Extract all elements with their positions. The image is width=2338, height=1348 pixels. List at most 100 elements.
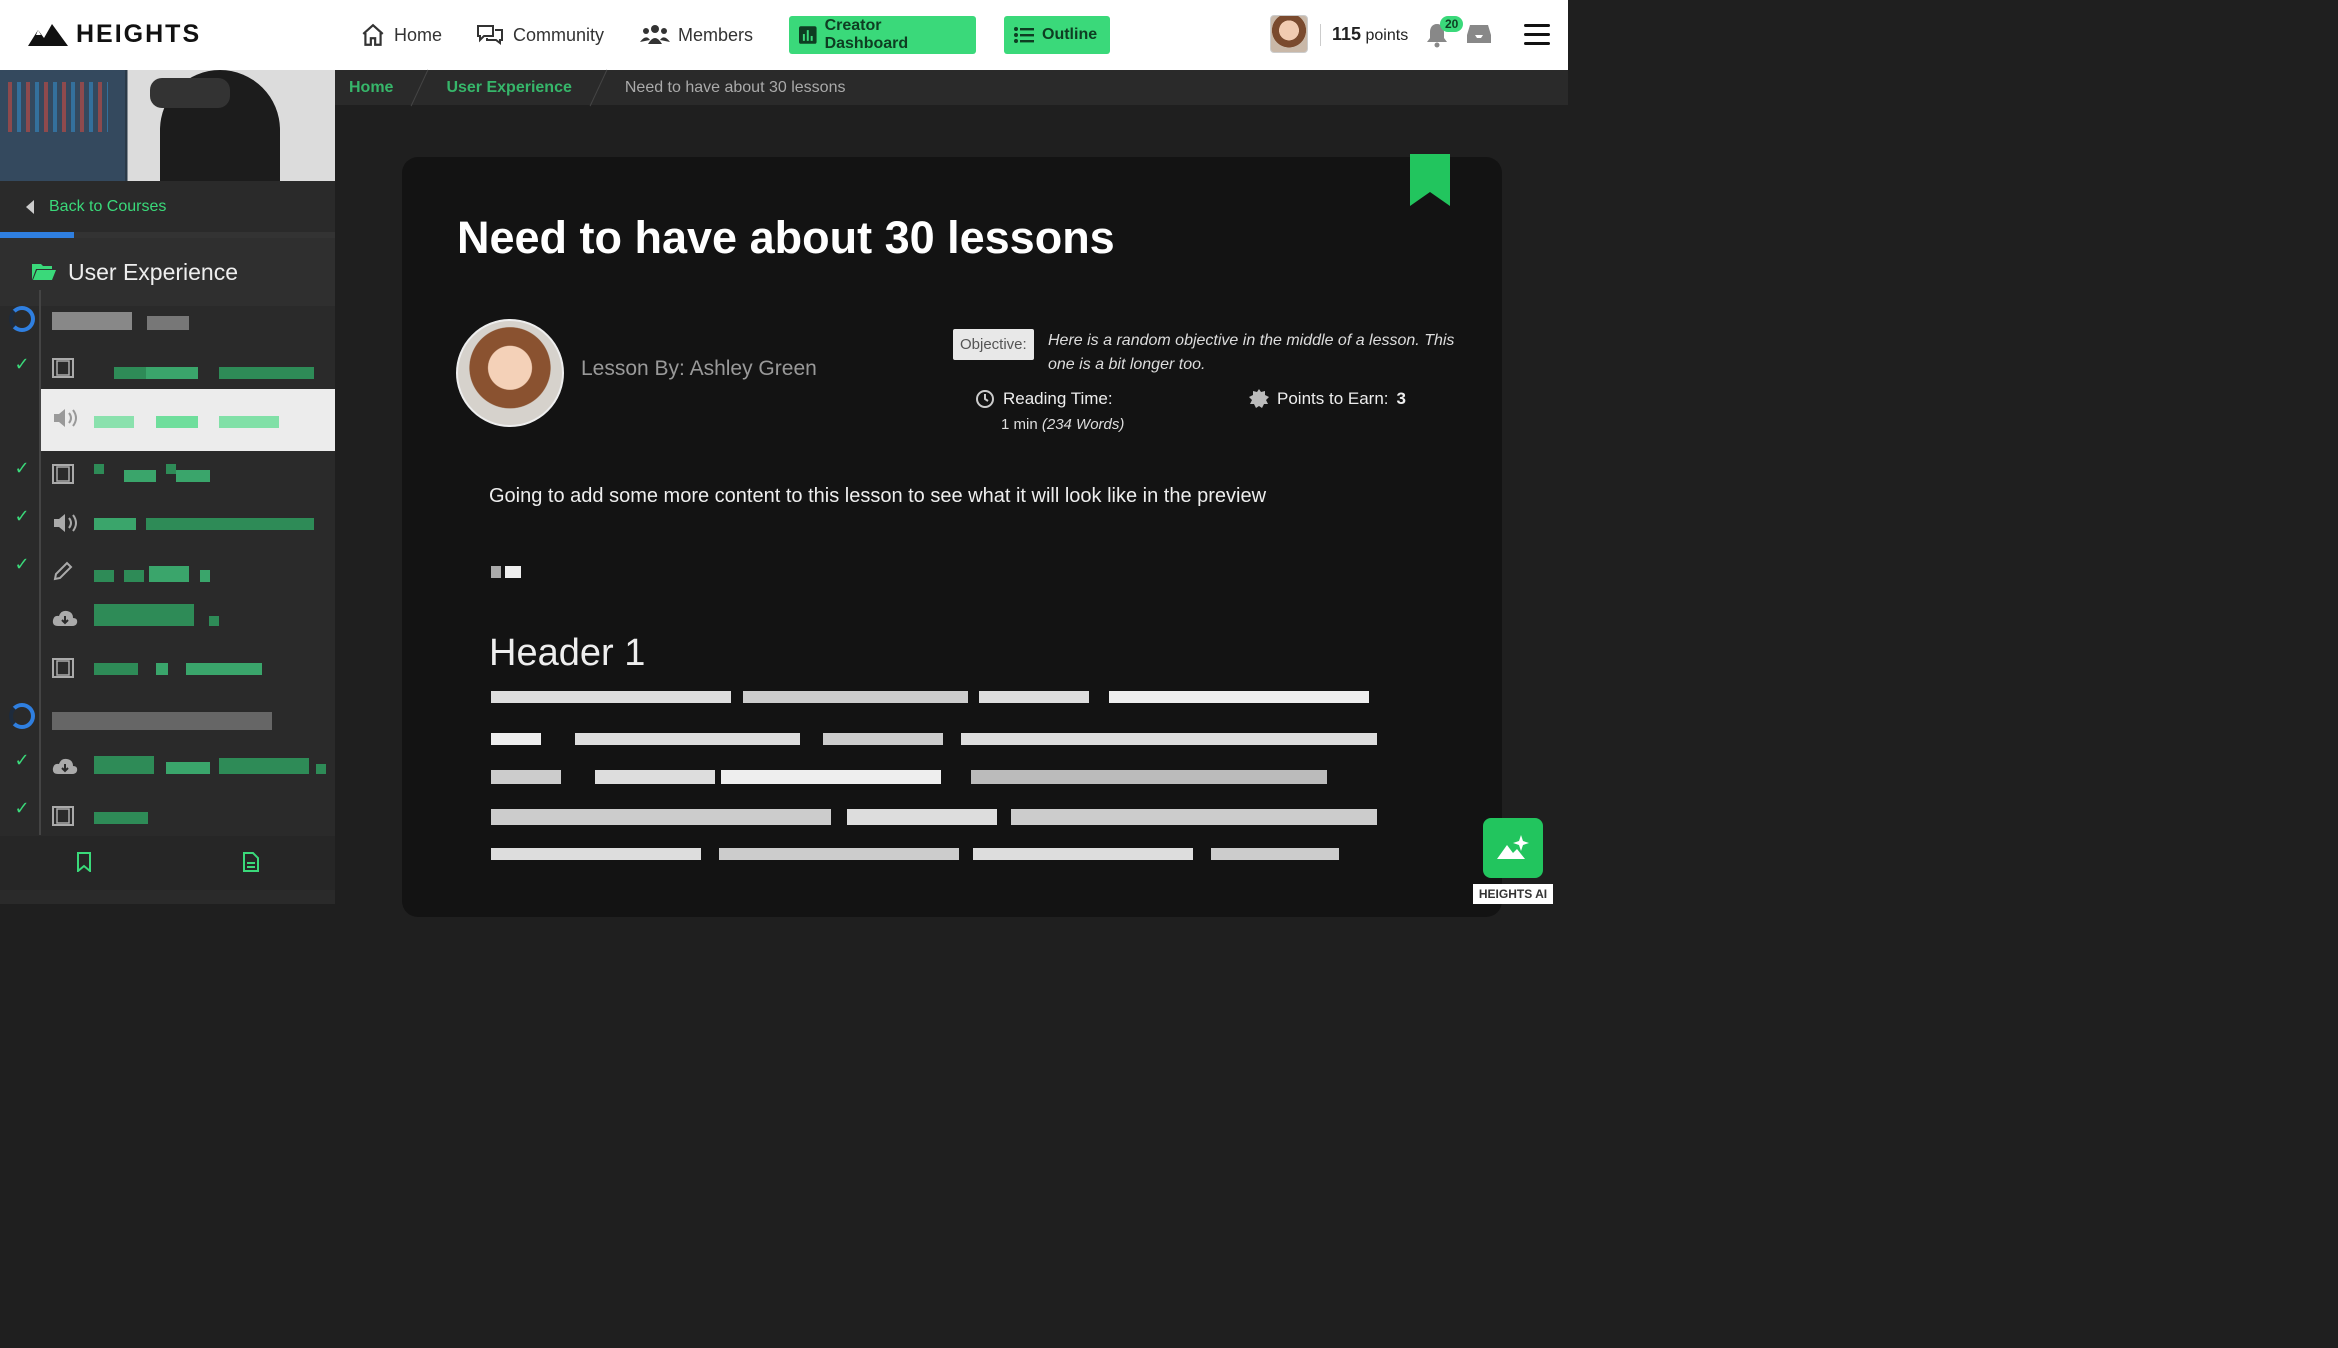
redacted-paragraph-line bbox=[491, 809, 1377, 825]
reading-time-value: 1 min (234 Words) bbox=[1001, 416, 1124, 433]
cover-monitor-screen bbox=[8, 82, 108, 132]
audio-icon bbox=[54, 409, 77, 427]
lesson-row[interactable]: ✓ bbox=[0, 794, 335, 842]
clock-icon bbox=[976, 390, 994, 408]
creator-dashboard-button[interactable]: Creator Dashboard bbox=[789, 16, 976, 54]
redacted-text bbox=[491, 566, 521, 578]
redacted-paragraph-line bbox=[491, 733, 1377, 745]
checkmark-icon: ✓ bbox=[14, 553, 30, 574]
video-icon bbox=[52, 658, 74, 678]
nav-community[interactable]: Community bbox=[475, 20, 604, 50]
completed-status: ✓ bbox=[8, 746, 36, 774]
video-icon bbox=[52, 358, 74, 378]
in-progress-status bbox=[8, 702, 36, 730]
breadcrumb-course[interactable]: User Experience bbox=[446, 79, 571, 97]
lesson-title-redacted bbox=[52, 712, 272, 730]
nav-members-label: Members bbox=[678, 24, 754, 45]
back-to-courses-link[interactable]: Back to Courses bbox=[0, 181, 335, 232]
points-unit: points bbox=[1365, 27, 1409, 44]
breadcrumb-current: Need to have about 30 lessons bbox=[624, 78, 846, 96]
notification-count-badge: 20 bbox=[1440, 16, 1464, 32]
pencil-icon bbox=[53, 561, 73, 581]
outline-label: Outline bbox=[1042, 26, 1098, 43]
back-to-courses-label: Back to Courses bbox=[49, 197, 167, 215]
reading-word-count: (234 Words) bbox=[1041, 416, 1125, 433]
lesson-row[interactable]: ✓ bbox=[0, 550, 335, 598]
lesson-row[interactable]: ✓ bbox=[0, 502, 335, 550]
checkmark-icon: ✓ bbox=[14, 797, 30, 818]
cover-vr-headset bbox=[150, 78, 230, 108]
top-nav: HEIGHTS Home Community Members Creator D… bbox=[0, 0, 1568, 70]
objective-label: Objective: bbox=[953, 329, 1034, 360]
heights-ai-label: HEIGHTS AI bbox=[1473, 884, 1553, 904]
lesson-title-redacted bbox=[94, 663, 262, 675]
ai-sparkle-image-icon bbox=[1497, 835, 1529, 859]
completed-status: ✓ bbox=[8, 550, 36, 578]
in-progress-status bbox=[8, 305, 36, 333]
redacted-paragraph-line bbox=[491, 770, 1327, 784]
nav-home[interactable]: Home bbox=[360, 20, 442, 50]
section-header[interactable]: User Experience bbox=[0, 238, 335, 306]
cover-monitor bbox=[0, 70, 125, 181]
points-to-earn-value: 3 bbox=[1396, 389, 1406, 408]
points-to-earn-label: Points to Earn: bbox=[1277, 389, 1389, 408]
lesson-group-row[interactable] bbox=[0, 698, 335, 746]
completed-status: ✓ bbox=[8, 350, 36, 378]
lesson-title-redacted bbox=[94, 518, 314, 530]
breadcrumb-separator bbox=[411, 69, 429, 106]
author-avatar bbox=[456, 319, 564, 427]
video-icon bbox=[52, 806, 74, 826]
nav-home-label: Home bbox=[394, 24, 443, 45]
inbox-icon bbox=[1467, 25, 1491, 43]
notes-icon[interactable] bbox=[243, 852, 259, 872]
lesson-title-redacted bbox=[94, 464, 210, 482]
inbox-button[interactable] bbox=[1466, 23, 1492, 50]
cloud-download-icon bbox=[52, 610, 78, 626]
checkmark-icon: ✓ bbox=[14, 749, 30, 770]
caret-left-icon bbox=[26, 199, 34, 214]
video-icon bbox=[52, 464, 74, 484]
checkmark-icon: ✓ bbox=[14, 457, 30, 478]
nav-members[interactable]: Members bbox=[640, 20, 753, 50]
user-avatar[interactable] bbox=[1270, 15, 1308, 53]
lesson-group-row[interactable] bbox=[0, 300, 335, 348]
folder-open-icon bbox=[32, 264, 56, 280]
members-icon bbox=[640, 25, 670, 44]
mountain-logo-icon bbox=[28, 23, 68, 46]
bookmark-icon[interactable] bbox=[1410, 154, 1450, 206]
breadcrumb-home[interactable]: Home bbox=[349, 79, 393, 97]
heights-ai-button[interactable] bbox=[1483, 818, 1543, 878]
points-value: 115 bbox=[1332, 24, 1362, 44]
lesson-title: Need to have about 30 lessons bbox=[457, 212, 1115, 263]
reading-minutes: 1 min bbox=[1001, 416, 1038, 433]
brand-name: HEIGHTS bbox=[76, 20, 202, 48]
section-title: User Experience bbox=[68, 258, 239, 285]
lesson-row[interactable] bbox=[0, 646, 335, 694]
lesson-row[interactable]: ✓ bbox=[0, 746, 335, 794]
redacted-paragraph-line bbox=[491, 691, 1369, 703]
breadcrumb: Home User Experience Need to have about … bbox=[335, 69, 1568, 106]
sidebar-footer bbox=[0, 836, 335, 890]
lesson-title-redacted bbox=[94, 756, 326, 774]
menu-button[interactable] bbox=[1524, 24, 1550, 51]
points-to-earn: Points to Earn: 3 bbox=[1249, 389, 1406, 409]
lesson-row-active[interactable] bbox=[41, 389, 335, 451]
bookmark-outline-icon[interactable] bbox=[76, 852, 92, 872]
lesson-title-redacted bbox=[114, 367, 314, 379]
menu-bar bbox=[1524, 42, 1550, 45]
lesson-card: Need to have about 30 lessons Lesson By:… bbox=[402, 154, 1502, 917]
progress-ring-icon bbox=[9, 306, 35, 332]
brand-logo[interactable]: HEIGHTS bbox=[28, 20, 201, 49]
lesson-title-redacted bbox=[94, 566, 210, 582]
outline-button[interactable]: Outline bbox=[1004, 16, 1110, 54]
lesson-row[interactable] bbox=[0, 598, 335, 646]
menu-bar bbox=[1524, 24, 1550, 27]
checkmark-icon: ✓ bbox=[14, 353, 30, 374]
creator-dashboard-label: Creator Dashboard bbox=[824, 17, 909, 52]
course-cover-image bbox=[0, 70, 335, 181]
course-sidebar: Back to Courses User Experience ✓ ✓ ✓ ✓ … bbox=[0, 70, 335, 904]
lesson-row[interactable]: ✓ bbox=[0, 454, 335, 502]
content-header-1: Header 1 bbox=[489, 632, 646, 674]
lesson-row[interactable]: ✓ bbox=[0, 346, 335, 394]
progress-ring-icon bbox=[9, 703, 35, 729]
